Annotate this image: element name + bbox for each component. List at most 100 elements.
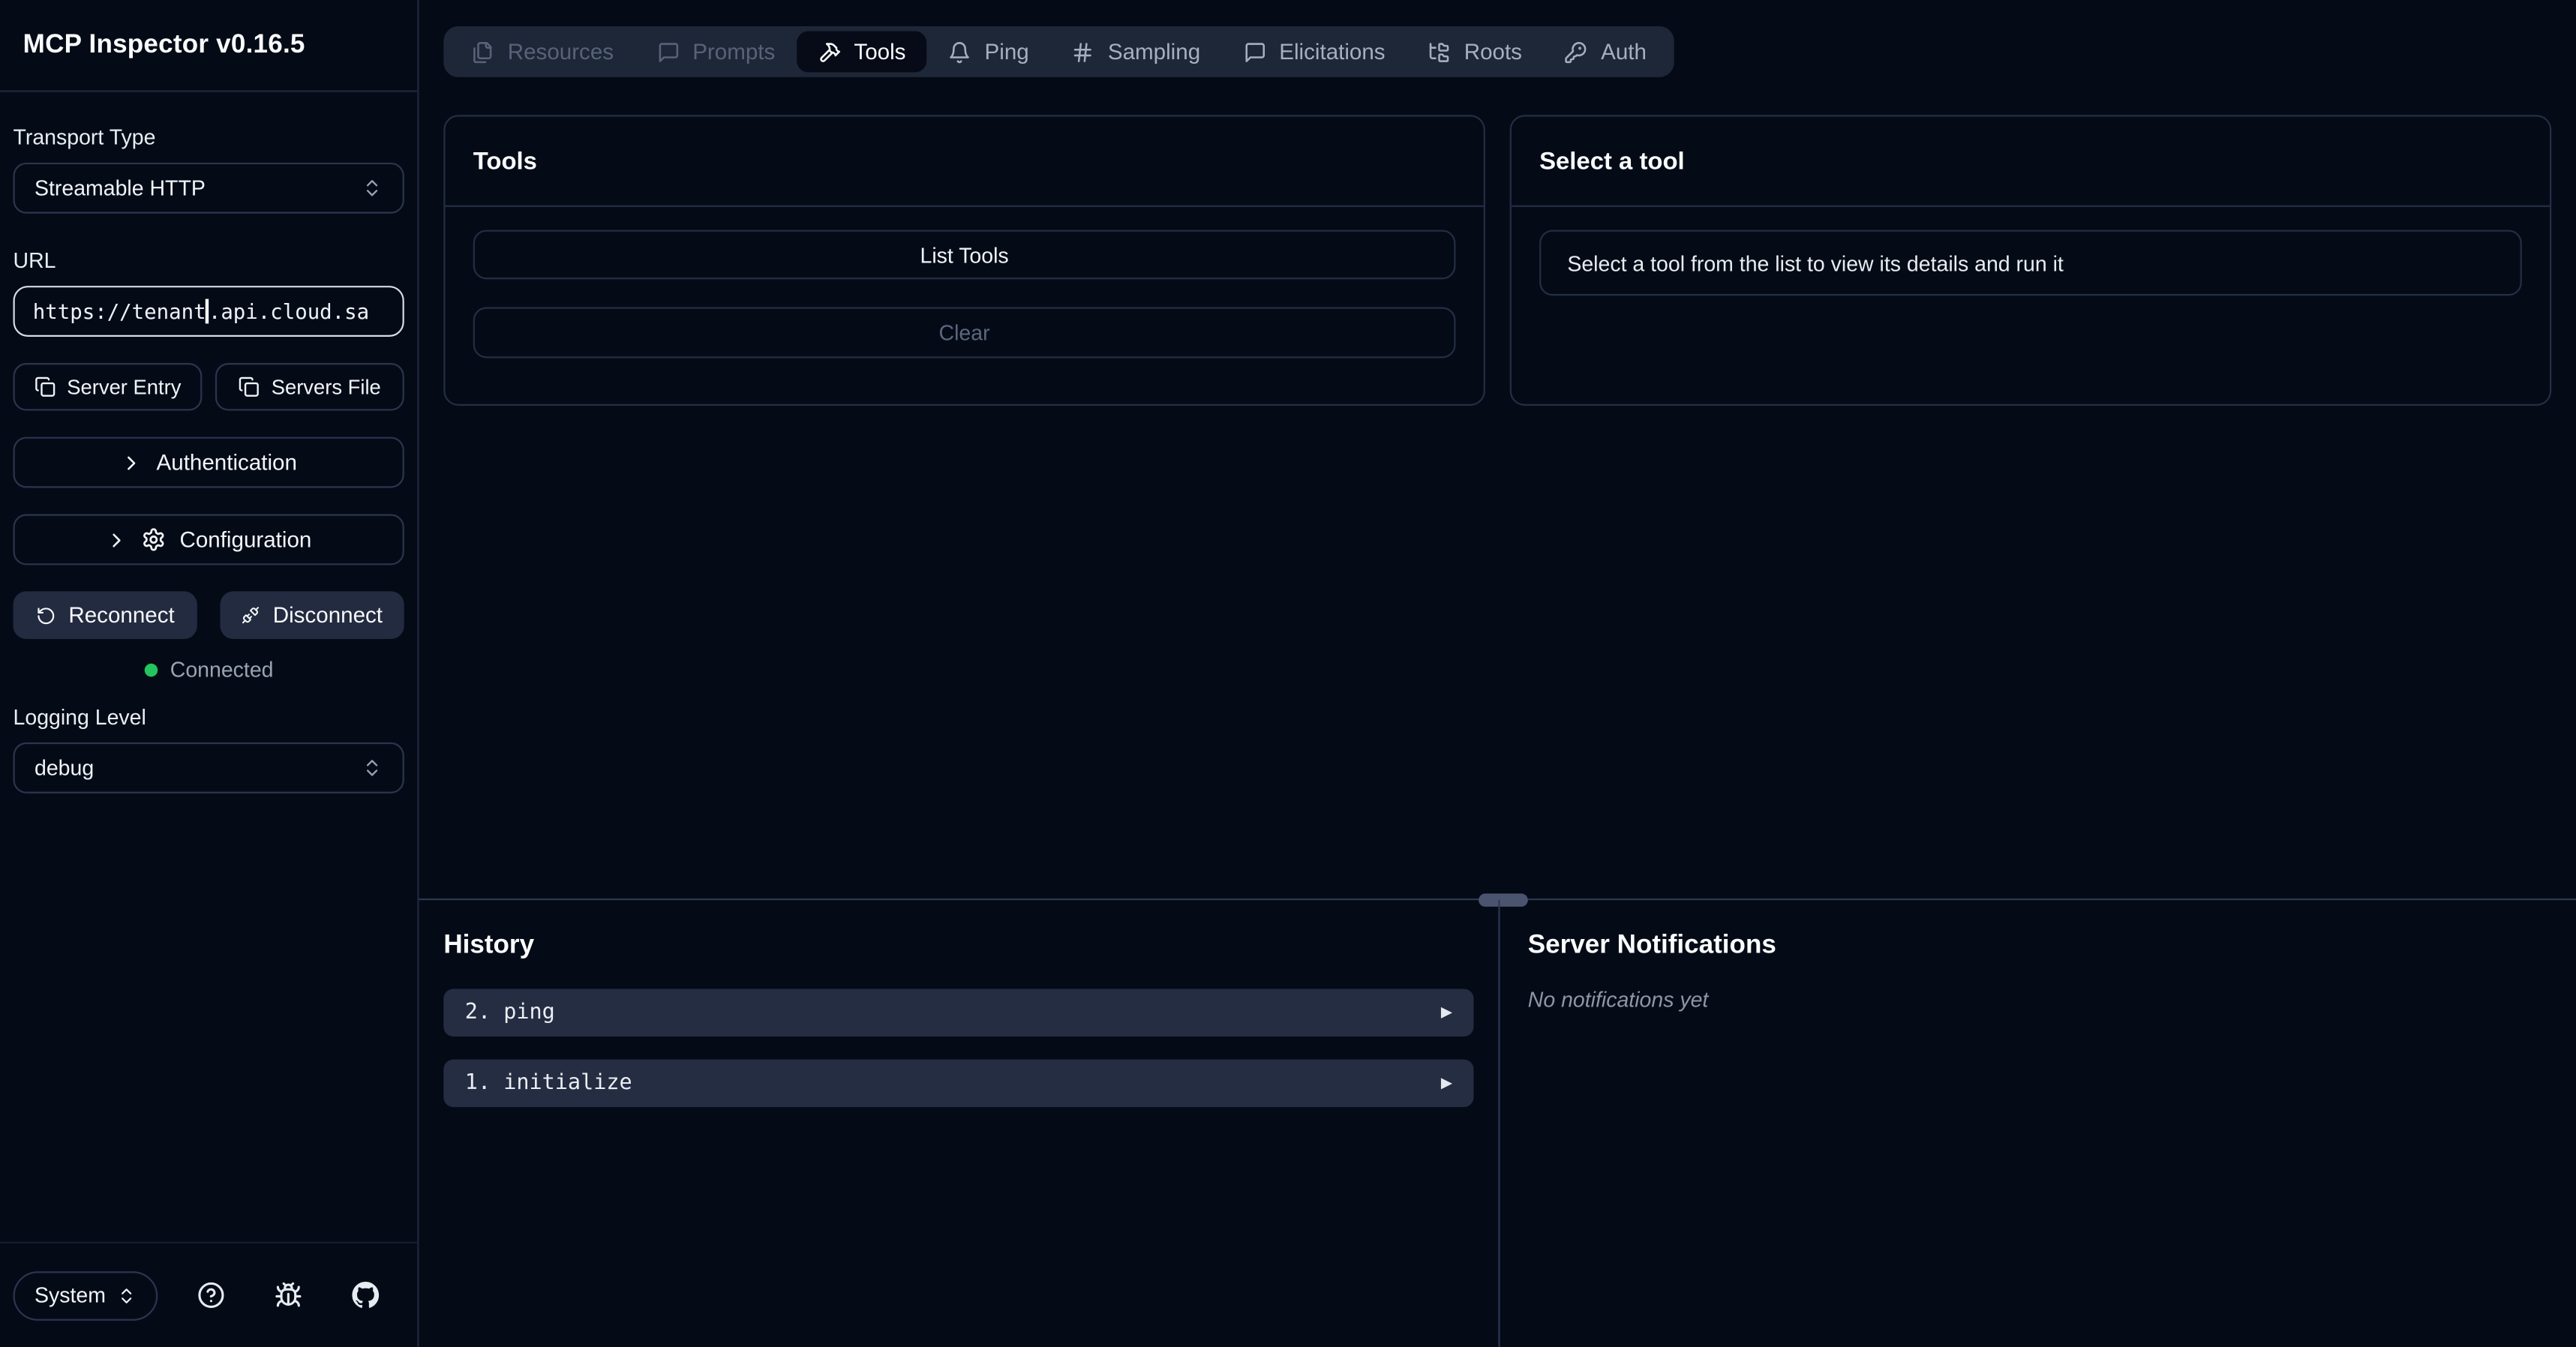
app-title: MCP Inspector v0.16.5 bbox=[23, 31, 305, 60]
folder-tree-icon bbox=[1428, 40, 1452, 64]
sidebar-content: Transport Type Streamable HTTP URL https… bbox=[0, 92, 417, 794]
disconnect-label: Disconnect bbox=[273, 603, 383, 628]
tab-label: Roots bbox=[1464, 40, 1522, 64]
history-section: History 2. ping ▶ 1. initialize ▶ bbox=[419, 900, 1500, 1347]
history-entry[interactable]: 2. ping ▶ bbox=[443, 988, 1473, 1036]
github-link-button[interactable] bbox=[327, 1270, 404, 1320]
play-icon[interactable]: ▶ bbox=[1441, 1075, 1452, 1091]
bug-icon[interactable] bbox=[275, 1281, 302, 1309]
tab-resources: Resources bbox=[450, 32, 635, 73]
chevron-right-icon bbox=[120, 451, 143, 474]
url-label: URL bbox=[14, 248, 404, 273]
copy-icon bbox=[239, 376, 260, 398]
connection-status: Connected bbox=[14, 657, 404, 682]
tab-label: Auth bbox=[1601, 40, 1647, 64]
tool-detail-panel: Select a tool Select a tool from the lis… bbox=[1510, 115, 2552, 406]
github-icon[interactable] bbox=[352, 1281, 380, 1309]
tool-placeholder-message: Select a tool from the list to view its … bbox=[1539, 230, 2522, 296]
url-input[interactable]: https://tenant .api.cloud.sa bbox=[14, 286, 404, 337]
authentication-label: Authentication bbox=[157, 450, 297, 475]
reconnect-button[interactable]: Reconnect bbox=[14, 591, 197, 639]
transport-type-value: Streamable HTTP bbox=[35, 176, 206, 200]
tab-elicitations[interactable]: Elicitations bbox=[1222, 32, 1407, 73]
history-entry[interactable]: 1. initialize ▶ bbox=[443, 1060, 1473, 1108]
list-tools-button[interactable]: List Tools bbox=[473, 230, 1456, 280]
chevrons-up-down-icon bbox=[362, 758, 383, 778]
history-title: History bbox=[443, 932, 1473, 961]
tools-panel-title: Tools bbox=[473, 147, 537, 175]
tools-panel: Tools List Tools Clear bbox=[443, 115, 1485, 406]
url-value-before-caret: https://tenant bbox=[33, 299, 206, 324]
message-square-icon bbox=[656, 40, 680, 64]
help-button[interactable] bbox=[173, 1270, 251, 1320]
transport-type-label: Transport Type bbox=[14, 124, 404, 149]
tab-label: Ping bbox=[985, 40, 1029, 64]
bottom-panels: History 2. ping ▶ 1. initialize ▶ Server No… bbox=[419, 900, 2576, 1347]
tab-auth[interactable]: Auth bbox=[1543, 32, 1668, 73]
tab-label: Prompts bbox=[692, 40, 775, 64]
hammer-icon bbox=[818, 40, 841, 64]
tool-detail-panel-title: Select a tool bbox=[1539, 147, 1685, 175]
report-bug-button[interactable] bbox=[250, 1270, 327, 1320]
logging-level-value: debug bbox=[35, 755, 94, 780]
tools-panel-body: List Tools Clear bbox=[446, 207, 1484, 381]
message-square-icon bbox=[1243, 40, 1266, 64]
gear-icon bbox=[142, 527, 167, 552]
configuration-button[interactable]: Configuration bbox=[14, 514, 404, 566]
play-icon[interactable]: ▶ bbox=[1441, 1004, 1452, 1021]
status-label: Connected bbox=[170, 657, 274, 682]
rotate-ccw-icon bbox=[36, 605, 56, 625]
tab-label: Sampling bbox=[1108, 40, 1200, 64]
content-panels: Tools List Tools Clear Select a tool Sel… bbox=[419, 77, 2576, 406]
tab-label: Resources bbox=[508, 40, 614, 64]
clear-tools-button: Clear bbox=[473, 308, 1456, 358]
notifications-empty-message: No notifications yet bbox=[1528, 987, 2548, 1012]
logging-level-select[interactable]: debug bbox=[14, 742, 404, 794]
mcp-inspector-app: MCP Inspector v0.16.5 Transport Type Str… bbox=[0, 0, 2576, 1347]
chevrons-up-down-icon bbox=[117, 1286, 137, 1305]
main-area: Resources Prompts Tools Ping Sampling Elicita… bbox=[419, 0, 2576, 1347]
key-icon bbox=[1565, 40, 1588, 64]
tab-prompts: Prompts bbox=[635, 32, 797, 73]
circle-help-icon[interactable] bbox=[197, 1281, 225, 1309]
history-list: 2. ping ▶ 1. initialize ▶ bbox=[443, 988, 1473, 1107]
tab-label: Tools bbox=[854, 40, 905, 64]
sidebar-header: MCP Inspector v0.16.5 bbox=[0, 0, 417, 92]
server-notifications-title: Server Notifications bbox=[1528, 932, 2548, 961]
reconnect-label: Reconnect bbox=[68, 603, 174, 628]
logging-level-label: Logging Level bbox=[14, 705, 404, 730]
servers-file-button[interactable]: Servers File bbox=[215, 363, 404, 411]
copy-icon bbox=[34, 376, 55, 398]
transport-type-select[interactable]: Streamable HTTP bbox=[14, 163, 404, 214]
connection-buttons-row: Reconnect Disconnect bbox=[14, 591, 404, 639]
tool-detail-panel-header: Select a tool bbox=[1512, 116, 2550, 206]
history-entry-label: 1. initialize bbox=[465, 1071, 632, 1096]
files-icon bbox=[472, 40, 495, 64]
configuration-label: Configuration bbox=[179, 527, 311, 552]
status-dot bbox=[144, 663, 158, 676]
authentication-button[interactable]: Authentication bbox=[14, 437, 404, 488]
tools-panel-header: Tools bbox=[446, 116, 1484, 206]
disconnect-button[interactable]: Disconnect bbox=[220, 591, 404, 639]
theme-select[interactable]: System bbox=[14, 1270, 158, 1320]
tool-detail-panel-body: Select a tool from the list to view its … bbox=[1512, 207, 2550, 319]
chevron-right-icon bbox=[106, 528, 129, 551]
sidebar: MCP Inspector v0.16.5 Transport Type Str… bbox=[0, 0, 419, 1347]
history-entry-label: 2. ping bbox=[465, 1000, 555, 1025]
servers-file-label: Servers File bbox=[272, 375, 381, 398]
url-value-after-caret: .api.cloud.sa bbox=[209, 299, 369, 324]
tab-tools[interactable]: Tools bbox=[797, 32, 927, 73]
bell-icon bbox=[948, 40, 971, 64]
tab-sampling[interactable]: Sampling bbox=[1050, 32, 1221, 73]
tab-roots[interactable]: Roots bbox=[1407, 32, 1543, 73]
server-buttons-row: Server Entry Servers File bbox=[14, 363, 404, 411]
theme-value: System bbox=[35, 1282, 106, 1307]
sidebar-footer: System bbox=[0, 1242, 417, 1347]
unplug-icon bbox=[242, 606, 260, 624]
tab-label: Elicitations bbox=[1279, 40, 1385, 64]
server-entry-button[interactable]: Server Entry bbox=[14, 363, 203, 411]
tab-ping[interactable]: Ping bbox=[927, 32, 1050, 73]
server-entry-label: Server Entry bbox=[67, 375, 181, 398]
tab-bar: Resources Prompts Tools Ping Sampling Elicita… bbox=[443, 26, 1674, 77]
topbar: Resources Prompts Tools Ping Sampling Elicita… bbox=[419, 0, 2576, 77]
